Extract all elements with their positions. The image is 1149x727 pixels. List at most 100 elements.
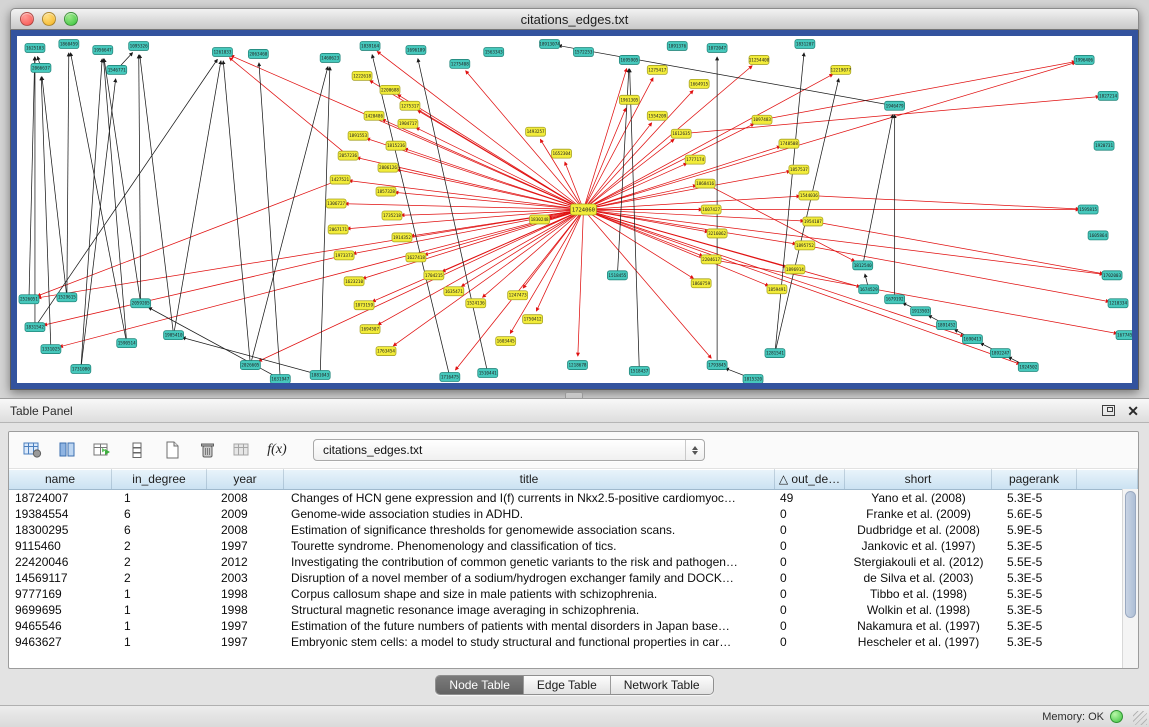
network-node[interactable]: 1735218 [382,211,402,220]
table-options-icon[interactable] [19,438,45,462]
delete-icon[interactable] [194,438,220,462]
column-header[interactable]: title [284,469,775,489]
table-source-dropdown[interactable]: citations_edges.txt [313,439,705,461]
table-cell[interactable]: 1 [112,490,207,506]
network-node[interactable]: 1529615 [57,293,77,302]
table-cell[interactable]: 1 [112,602,207,618]
network-node[interactable]: 1218678 [568,361,588,370]
network-node[interactable]: 1891553 [348,131,368,140]
network-node[interactable]: 1831207 [795,39,815,48]
table-cell[interactable]: 5.3E-5 [992,602,1077,618]
network-node[interactable]: 1924502 [1018,363,1038,372]
network-node[interactable]: 2200688 [380,85,400,94]
table-cell[interactable]: 1997 [207,538,284,554]
table-cell[interactable]: 19384554 [9,506,112,522]
network-node[interactable]: 1696189 [406,45,426,54]
network-node[interactable]: 1690413 [962,335,982,344]
network-node[interactable]: 2057236 [338,151,358,160]
network-node[interactable]: 2526051 [19,295,39,304]
network-node[interactable]: 1664915 [689,79,709,88]
table-cell[interactable]: 14569117 [9,570,112,586]
table-cell[interactable]: 0 [775,586,845,602]
network-node[interactable]: 18913074 [539,39,560,48]
table-import-icon[interactable] [89,438,115,462]
network-node[interactable]: 1275417 [647,65,667,74]
network-node[interactable]: 1702003 [1102,271,1122,280]
network-node[interactable]: 2204617 [701,255,721,264]
network-node[interactable]: 1420486 [364,111,384,120]
function-builder-icon[interactable]: f(x) [264,438,290,462]
network-node[interactable]: 2063460 [248,49,268,58]
network-node[interactable]: 1612635 [671,129,691,138]
table-cell[interactable]: Embryonic stem cells: a model to study s… [284,634,775,650]
network-node[interactable]: 2026605 [240,361,260,370]
network-node[interactable]: 1914352 [392,233,412,242]
tab-edge-table[interactable]: Edge Table [524,676,611,694]
network-node[interactable]: 1674529 [859,285,879,294]
network-node[interactable]: 1954107 [803,217,823,226]
network-canvas[interactable]: 1625103186045919566471095326206663715467… [17,36,1132,383]
table-cell[interactable]: 5.3E-5 [992,490,1077,506]
table-cell[interactable]: 0 [775,634,845,650]
table-cell[interactable]: Investigating the contribution of common… [284,554,775,570]
network-node[interactable]: 1563343 [484,47,504,56]
table-row[interactable]: 969969511998Structural magnetic resonanc… [9,602,1138,618]
table-cell[interactable]: 6 [112,506,207,522]
network-node[interactable]: 1859491 [767,285,787,294]
network-node[interactable]: 2067171 [328,225,348,234]
network-node[interactable]: 1518437 [629,367,649,376]
network-node[interactable]: 1627418 [406,253,426,262]
network-node[interactable]: 1605864 [1088,231,1108,240]
table-cell[interactable]: 49 [775,490,845,506]
table-cell[interactable]: 1998 [207,586,284,602]
network-node[interactable]: 1275317 [400,101,420,110]
minimize-window-button[interactable] [42,12,56,26]
network-node[interactable]: 1694507 [360,325,380,334]
network-node[interactable]: 3216062 [707,229,727,238]
network-node[interactable]: 1892247 [990,349,1010,358]
table-cell[interactable]: Changes of HCN gene expression and I(f) … [284,490,775,506]
scrollbar-thumb[interactable] [1125,491,1136,618]
network-node[interactable]: 1904717 [398,119,418,128]
table-cell[interactable]: 5.3E-5 [992,586,1077,602]
table-cell[interactable]: 9463627 [9,634,112,650]
table-row[interactable]: 977716911998Corpus callosum shape and si… [9,586,1138,602]
new-document-icon[interactable] [159,438,185,462]
table-cell[interactable]: 5.9E-5 [992,522,1077,538]
network-node[interactable]: 1763454 [376,347,396,356]
network-node[interactable]: 1072047 [707,43,727,52]
network-node[interactable]: 1625103 [25,43,45,52]
table-cell[interactable]: 5.3E-5 [992,618,1077,634]
network-node[interactable]: 1546771 [107,65,127,74]
network-node[interactable]: 1572253 [574,47,594,56]
network-node[interactable]: 1623210 [344,277,364,286]
network-node[interactable]: 1905410 [164,331,184,340]
network-node[interactable]: 1996406 [1074,55,1094,64]
table-cell[interactable]: Estimation of the future numbers of pati… [284,618,775,634]
network-node[interactable]: 1831542 [25,323,45,332]
table-cell[interactable]: 9699695 [9,602,112,618]
network-node[interactable]: 1554209 [647,111,667,120]
table-cell[interactable]: 1 [112,634,207,650]
table-cell[interactable]: 18724007 [9,490,112,506]
table-cell[interactable]: 0 [775,602,845,618]
table-cell[interactable]: 5.6E-5 [992,506,1077,522]
network-node[interactable]: 1460623 [320,53,340,62]
network-node[interactable]: 1913503 [911,307,931,316]
undock-panel-icon[interactable] [1102,405,1115,416]
table-row[interactable]: 911546021997Tourette syndrome. Phenomeno… [9,538,1138,554]
network-node[interactable]: 1830248 [530,215,550,224]
close-window-button[interactable] [20,12,34,26]
table-cell[interactable]: Hescheler et al. (1997) [845,634,992,650]
table-cell[interactable]: 6 [112,522,207,538]
network-node[interactable]: 1873159 [354,301,374,310]
table-row[interactable]: 946554611997Estimation of the future num… [9,618,1138,634]
network-node[interactable]: 1704215 [424,271,444,280]
table-cell[interactable]: de Silva et al. (2003) [845,570,992,586]
window-titlebar[interactable]: citations_edges.txt [10,8,1139,30]
network-node[interactable]: 1607427 [701,205,721,214]
network-node[interactable]: 1777174 [685,155,705,164]
network-node[interactable]: 2006126 [378,163,398,172]
network-node[interactable]: 1812540 [853,261,873,270]
table-cell[interactable]: 5.3E-5 [992,570,1077,586]
